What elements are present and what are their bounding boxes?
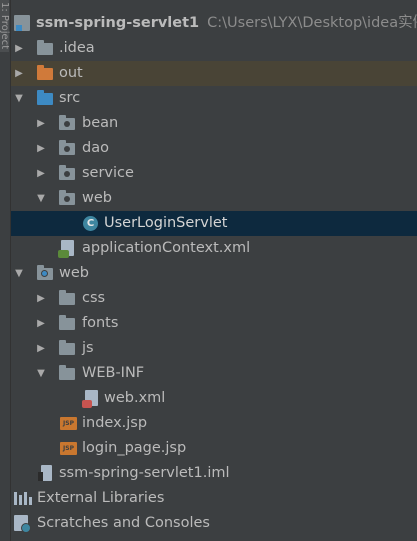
spring-xml-icon	[58, 240, 74, 258]
tree-row-index[interactable]: JSP index.jsp	[11, 411, 417, 436]
package-icon	[59, 165, 75, 180]
folder-icon	[59, 290, 75, 305]
tree-label: .idea	[59, 40, 95, 56]
tree-label: fonts	[82, 315, 119, 331]
tree-row-out[interactable]: ▶ out	[11, 61, 417, 86]
web-folder-icon	[37, 265, 53, 280]
tree-label: bean	[82, 115, 119, 131]
chevron-down-icon[interactable]: ▼	[35, 361, 47, 386]
tree-row-idea[interactable]: ▶ .idea	[11, 36, 417, 61]
tree-label: External Libraries	[37, 490, 165, 506]
package-icon	[59, 190, 75, 205]
tree-label: out	[59, 65, 83, 81]
chevron-right-icon[interactable]: ▶	[35, 286, 47, 311]
tree-label: UserLoginServlet	[104, 215, 228, 231]
tree-row-js[interactable]: ▶ js	[11, 336, 417, 361]
module-icon	[14, 15, 30, 31]
root-path: C:\Users\LYX\Desktop\idea实例	[207, 15, 417, 31]
tree-row-applicationcontext[interactable]: applicationContext.xml	[11, 236, 417, 261]
library-icon	[14, 492, 32, 505]
tree-row-bean[interactable]: ▶ bean	[11, 111, 417, 136]
tree-row-root[interactable]: ssm-spring-servlet1 C:\Users\LYX\Desktop\…	[11, 11, 417, 36]
tree-label: applicationContext.xml	[82, 240, 251, 256]
chevron-right-icon[interactable]: ▶	[13, 61, 25, 86]
tree-row-scratches[interactable]: Scratches and Consoles	[11, 511, 417, 536]
web-xml-icon	[82, 390, 98, 408]
tree-row-fonts[interactable]: ▶ fonts	[11, 311, 417, 336]
jsp-file-icon: JSP	[60, 442, 77, 455]
tree-label: index.jsp	[82, 415, 148, 431]
chevron-down-icon[interactable]: ▼	[13, 86, 25, 111]
tree-label: service	[82, 165, 134, 181]
tree-label: Scratches and Consoles	[37, 515, 210, 531]
tree-label: css	[82, 290, 106, 306]
tree-label: web.xml	[104, 390, 166, 406]
root-name: ssm-spring-servlet1	[36, 15, 200, 31]
chevron-right-icon[interactable]: ▶	[35, 336, 47, 361]
tree-row-external-libraries[interactable]: External Libraries	[11, 486, 417, 511]
package-icon	[59, 115, 75, 130]
panel-header-edge	[11, 0, 417, 8]
tree-row-web[interactable]: ▼ web	[11, 261, 417, 286]
tree-row-iml[interactable]: ssm-spring-servlet1.iml	[11, 461, 417, 486]
tree-label: web	[82, 190, 112, 206]
java-class-icon: C	[83, 216, 98, 231]
chevron-right-icon[interactable]: ▶	[35, 161, 47, 186]
chevron-down-icon[interactable]: ▼	[35, 186, 47, 211]
source-folder-icon	[37, 90, 53, 105]
tree-row-login-page[interactable]: JSP login_page.jsp	[11, 436, 417, 461]
chevron-down-icon[interactable]: ▼	[13, 261, 25, 286]
tree-row-webxml[interactable]: web.xml	[11, 386, 417, 411]
tree-label: WEB-INF	[82, 365, 145, 381]
tree-label: js	[82, 340, 94, 356]
chevron-right-icon[interactable]: ▶	[35, 136, 47, 161]
tree-label: web	[59, 265, 89, 281]
excluded-folder-icon	[37, 65, 53, 80]
scratches-icon	[14, 515, 31, 533]
iml-file-icon	[38, 465, 52, 481]
project-tree[interactable]: ssm-spring-servlet1 C:\Users\LYX\Desktop\…	[11, 11, 417, 536]
tree-label: src	[59, 90, 81, 106]
jsp-file-icon: JSP	[60, 417, 77, 430]
tree-row-webinf[interactable]: ▼ WEB-INF	[11, 361, 417, 386]
tree-row-src[interactable]: ▼ src	[11, 86, 417, 111]
tree-row-dao[interactable]: ▶ dao	[11, 136, 417, 161]
package-icon	[59, 140, 75, 155]
chevron-right-icon[interactable]: ▶	[35, 111, 47, 136]
side-tab-label: 1: Project	[0, 2, 10, 50]
tree-row-service[interactable]: ▶ service	[11, 161, 417, 186]
folder-icon	[59, 315, 75, 330]
tree-label: dao	[82, 140, 109, 156]
folder-icon	[37, 40, 53, 55]
tree-row-userloginservlet[interactable]: C UserLoginServlet	[11, 211, 417, 236]
tree-row-css[interactable]: ▶ css	[11, 286, 417, 311]
tree-label: ssm-spring-servlet1.iml	[59, 465, 230, 481]
tree-row-web-package[interactable]: ▼ web	[11, 186, 417, 211]
folder-icon	[59, 340, 75, 355]
project-side-tab[interactable]: 1: Project	[0, 0, 10, 52]
chevron-right-icon[interactable]: ▶	[35, 311, 47, 336]
folder-icon	[59, 365, 75, 380]
tree-label: login_page.jsp	[82, 440, 187, 456]
chevron-right-icon[interactable]: ▶	[13, 36, 25, 61]
project-tool-window-tab[interactable]: 1: Project	[0, 0, 11, 541]
